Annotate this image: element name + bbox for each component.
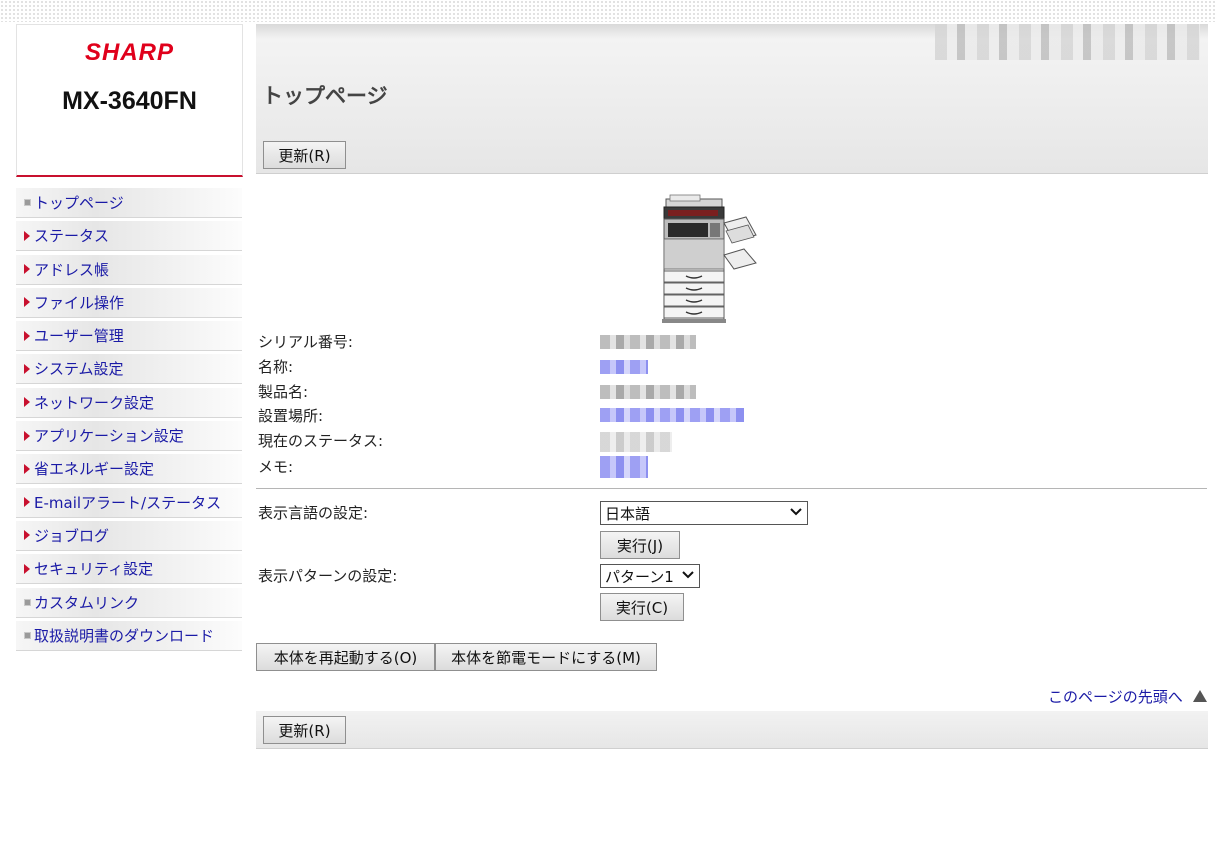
model-name: MX-3640FN (62, 87, 197, 115)
section-divider (256, 488, 1207, 489)
chevron-down-icon (790, 508, 802, 516)
sidebar-item-top-page[interactable]: トップページ (16, 188, 242, 218)
memo-value-link[interactable] (600, 456, 648, 478)
triangle-right-icon (22, 363, 32, 374)
logo-panel: SHARP MX-3640FN (16, 24, 243, 177)
pattern-select[interactable]: パターン1 (600, 564, 700, 588)
serial-number-label: シリアル番号: (258, 333, 353, 351)
sidebar-item-label: ファイル操作 (34, 293, 125, 312)
printer-device-icon (662, 194, 757, 323)
triangle-right-icon (22, 330, 32, 341)
triangle-right-icon (22, 430, 32, 441)
back-to-top-link[interactable]: このページの先頭へ (1048, 686, 1183, 707)
triangle-right-icon (22, 264, 32, 275)
language-execute-button[interactable]: 実行(J) (600, 531, 680, 559)
language-setting-label: 表示言語の設定: (258, 504, 369, 522)
top-dot-pattern (0, 0, 1217, 22)
sidebar-item-label: カスタムリンク (34, 593, 140, 612)
sidebar-item-label: E-mailアラート/ステータス (34, 493, 222, 512)
triangle-right-icon (22, 563, 32, 574)
sidebar-item-custom-link[interactable]: カスタムリンク (16, 587, 242, 618)
sidebar-item-file-operations[interactable]: ファイル操作 (16, 287, 242, 318)
sidebar-item-label: セキュリティ設定 (34, 560, 154, 579)
pattern-execute-button[interactable]: 実行(C) (600, 593, 684, 621)
sidebar-item-label: 取扱説明書のダウンロード (34, 626, 215, 645)
pattern-select-value: パターン1 (605, 567, 674, 586)
name-label: 名称: (258, 358, 294, 376)
restart-device-button[interactable]: 本体を再起動する(O) (256, 643, 435, 671)
sidebar-item-label: システム設定 (34, 360, 124, 379)
language-select[interactable]: 日本語 (600, 501, 808, 525)
triangle-right-icon (22, 497, 32, 508)
sidebar-item-label: アドレス帳 (34, 260, 110, 279)
sidebar-item-label: ネットワーク設定 (34, 393, 155, 412)
product-name-label: 製品名: (258, 383, 309, 401)
sidebar-item-label: ステータス (34, 227, 110, 246)
name-value-link[interactable] (600, 360, 648, 374)
language-select-value: 日本語 (605, 504, 651, 523)
serial-number-value (600, 335, 696, 349)
square-bullet-icon (22, 598, 32, 606)
sidebar-item-email-alert[interactable]: E-mailアラート/ステータス (16, 487, 242, 518)
redacted-header-info (935, 24, 1200, 60)
sidebar-nav: トップページ ステータス アドレス帳 ファイル操作 ユーザー管理 システム設定 … (16, 188, 242, 654)
product-name-value (600, 385, 696, 399)
triangle-right-icon (22, 397, 32, 408)
sidebar-item-address-book[interactable]: アドレス帳 (16, 254, 242, 285)
arrow-up-icon[interactable] (1193, 690, 1207, 702)
sidebar-item-application-settings[interactable]: アプリケーション設定 (16, 421, 242, 452)
pattern-setting-label: 表示パターンの設定: (258, 567, 398, 585)
current-status-label: 現在のステータス: (258, 432, 384, 450)
sidebar-item-label: ジョブログ (34, 526, 110, 545)
footer-band (256, 711, 1208, 749)
page-title: トップページ (262, 84, 388, 108)
chevron-down-icon (682, 571, 694, 579)
triangle-right-icon (22, 297, 32, 308)
sidebar-item-label: トップページ (34, 194, 124, 212)
sidebar-item-manual-download[interactable]: 取扱説明書のダウンロード (16, 620, 242, 651)
triangle-right-icon (22, 463, 32, 474)
location-value-link[interactable] (600, 408, 744, 422)
brand-logo: SHARP (84, 39, 174, 66)
memo-label: メモ: (258, 458, 294, 476)
sidebar-item-label: 省エネルギー設定 (34, 460, 155, 479)
square-bullet-icon (22, 199, 32, 206)
square-bullet-icon (22, 631, 32, 639)
refresh-button-bottom[interactable]: 更新(R) (263, 716, 346, 744)
sidebar-item-label: ユーザー管理 (34, 327, 124, 346)
location-label: 設置場所: (258, 407, 324, 425)
sidebar-item-job-log[interactable]: ジョブログ (16, 520, 242, 551)
triangle-right-icon (22, 230, 32, 241)
sidebar-item-security-settings[interactable]: セキュリティ設定 (16, 554, 242, 585)
sidebar-item-network-settings[interactable]: ネットワーク設定 (16, 387, 242, 418)
triangle-right-icon (22, 530, 32, 541)
sidebar-item-user-management[interactable]: ユーザー管理 (16, 321, 242, 352)
sidebar-item-status[interactable]: ステータス (16, 221, 242, 252)
sidebar-item-label: アプリケーション設定 (34, 427, 184, 446)
power-save-mode-button[interactable]: 本体を節電モードにする(M) (435, 643, 657, 671)
refresh-button-top[interactable]: 更新(R) (263, 141, 346, 169)
sidebar-item-system-settings[interactable]: システム設定 (16, 354, 242, 385)
current-status-value (600, 432, 672, 452)
sidebar-item-energy-saving[interactable]: 省エネルギー設定 (16, 454, 242, 485)
